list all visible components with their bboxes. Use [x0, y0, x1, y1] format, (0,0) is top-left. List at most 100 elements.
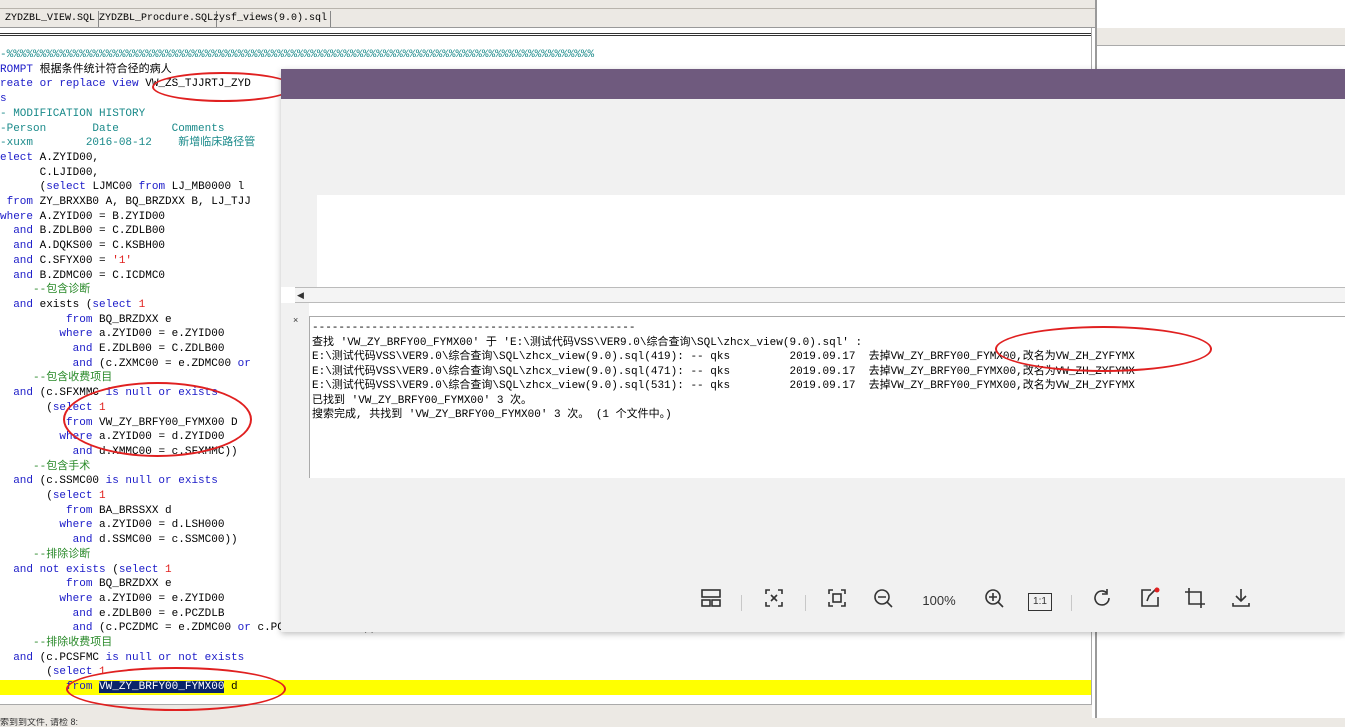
editor-divider	[0, 33, 1091, 36]
code-token: or	[237, 357, 251, 370]
code-token: elect	[0, 151, 40, 164]
zoom-in-icon[interactable]	[980, 587, 1008, 615]
code-token: A.DQKS00 = C.KSBH00	[39, 240, 166, 253]
code-token: - MODIFICATION HISTORY	[0, 107, 146, 120]
code-token: (c.SSMC00	[39, 475, 106, 488]
actual-size-icon[interactable]: 1:1	[1028, 593, 1052, 611]
annotation-oval-from-view	[63, 382, 252, 457]
code-token: B.ZDMC00 = C.ICDMC0	[39, 269, 166, 282]
code-token: d.SSMC00 = c.SSMC00))	[99, 534, 238, 547]
code-token: BQ_BRZDXX e	[99, 578, 172, 591]
annotation-oval-view-name	[152, 72, 294, 102]
code-token: ROMPT	[0, 63, 40, 76]
crop-icon[interactable]	[1181, 587, 1209, 615]
code-token: select	[46, 181, 93, 194]
code-token: (	[0, 401, 53, 414]
code-token: and not exists	[0, 563, 113, 576]
code-line[interactable]: -%%%%%%%%%%%%%%%%%%%%%%%%%%%%%%%%%%%%%%%…	[0, 48, 1091, 63]
toolbar-divider	[741, 595, 742, 611]
edit-icon[interactable]	[1136, 587, 1164, 615]
code-token: (	[0, 181, 47, 194]
code-token: --包含诊断	[0, 284, 91, 297]
code-token: --排除诊断	[0, 548, 91, 561]
code-token: (	[112, 563, 119, 576]
file-tab-bar: ZYDZBL_VIEW.SQL ZYDZBL_Procdure.SQL zysf…	[0, 9, 1095, 28]
find-output-line[interactable]: ----------------------------------------…	[312, 321, 635, 336]
code-token: --包含收费项目	[0, 372, 113, 385]
code-token: --包含手术	[0, 460, 91, 473]
code-token: and	[0, 240, 40, 253]
find-output-line[interactable]: 已找到 'VW_ZY_BRFY00_FYMX00' 3 次。	[312, 394, 532, 409]
code-token: 根据条件统计符合径的病人	[39, 63, 172, 76]
viewer-title-bar[interactable]	[281, 69, 1345, 99]
status-bar: 索到到文件, 请检 8:	[0, 718, 1345, 727]
code-token: and	[0, 475, 40, 488]
code-token: -Person Date Comments	[0, 122, 225, 135]
code-token: and	[0, 269, 40, 282]
code-token: and	[0, 298, 40, 311]
find-output-line[interactable]: E:\测试代码VSS\VER9.0\综合查询\SQL\zhcx_view(9.0…	[312, 379, 1135, 394]
code-token: -xuxm 2016-08-12 新增临床路径管	[0, 137, 256, 150]
code-token: and	[0, 387, 40, 400]
zoom-out-icon[interactable]	[869, 587, 897, 615]
tab-zydzbl-procdure[interactable]: ZYDZBL_Procdure.SQL	[96, 11, 218, 27]
code-token: --排除收费项目	[0, 637, 113, 649]
viewer-band	[281, 99, 1345, 195]
find-output-line[interactable]: 查找 'VW_ZY_BRFY00_FYMX00' 于 'E:\测试代码VSS\V…	[312, 336, 862, 351]
code-token: where	[0, 210, 40, 223]
code-token: where	[0, 592, 100, 605]
tab-zysf-views[interactable]: zysf_views(9.0).sql	[210, 11, 332, 27]
code-token: BA_BRSSXX d	[99, 504, 172, 517]
code-token: a.ZYID00 = d.LSH000	[99, 519, 225, 532]
code-token: select	[92, 298, 139, 311]
scroll-left-arrow-icon[interactable]: ◀	[297, 290, 304, 300]
code-token: 1	[165, 563, 172, 576]
fullscreen-icon[interactable]	[823, 587, 851, 615]
output-gutter: ×	[281, 303, 309, 478]
code-token: ZY_BRXXB0 A, BQ_BRZDXX B, LJ_TJJ	[39, 196, 251, 208]
code-token: (c.ZXMC00 = e.ZDMC00	[99, 357, 238, 370]
find-output-line[interactable]: E:\测试代码VSS\VER9.0\综合查询\SQL\zhcx_view(9.0…	[312, 365, 1135, 380]
code-token: where	[0, 328, 100, 341]
viewer-horizontal-scrollbar[interactable]: ◀	[295, 287, 1345, 303]
fit-screen-icon[interactable]	[760, 587, 788, 615]
annotation-oval-selected-view	[66, 667, 286, 711]
code-token: s	[0, 93, 7, 106]
rotate-icon[interactable]	[1089, 587, 1117, 615]
tab-zydzbl-view[interactable]: ZYDZBL_VIEW.SQL	[2, 11, 100, 27]
code-token: (	[0, 490, 53, 502]
code-token: select	[52, 490, 100, 502]
code-token: BQ_BRZDXX e	[99, 313, 172, 326]
find-output-line[interactable]: 搜索完成, 共找到 'VW_ZY_BRFY00_FYMX00' 3 次。 (1 …	[312, 408, 672, 423]
code-token: '1'	[112, 254, 133, 267]
code-token: where	[0, 519, 100, 532]
code-token: and	[0, 607, 100, 620]
download-icon[interactable]	[1227, 587, 1255, 615]
code-token: 1	[99, 490, 106, 502]
code-token: a.ZYID00 = e.ZYID00	[99, 328, 225, 341]
viewer-pane	[317, 195, 1345, 287]
layout-icon[interactable]	[697, 587, 725, 615]
status-text: 索到到文件, 请检 8:	[0, 718, 79, 727]
code-token: B.ZDLB00 = C.ZDLB00	[39, 225, 166, 238]
code-token: -%%%%%%%%%%%%%%%%%%%%%%%%%%%%%%%%%%%%%%%…	[0, 49, 595, 61]
code-token: LJMC00	[92, 181, 139, 194]
code-token: is null or exists	[105, 475, 218, 488]
code-token: reate or replace view	[0, 78, 146, 91]
right-pane-header	[1097, 28, 1345, 46]
code-token: C.LJID00,	[0, 166, 100, 179]
code-token: select	[118, 563, 166, 576]
code-token: a.ZYID00 = e.ZYID00	[99, 592, 225, 605]
viewer-gutter	[281, 195, 317, 287]
close-icon[interactable]: ×	[293, 315, 298, 325]
code-token: (	[0, 666, 53, 679]
code-line[interactable]: --排除收费项目	[0, 636, 1091, 651]
code-token: and	[0, 343, 100, 355]
toolbar-divider	[1071, 595, 1072, 611]
code-token: from	[138, 181, 172, 194]
code-line[interactable]: and (c.PCSFMC is null or not exists	[0, 651, 1091, 666]
code-token: LJ_MB0000 l	[171, 181, 245, 194]
toolbar-divider	[805, 595, 806, 611]
code-token: E.ZDLB00 = C.ZDLB00	[99, 343, 225, 355]
annotation-oval-rename-note	[995, 326, 1212, 372]
